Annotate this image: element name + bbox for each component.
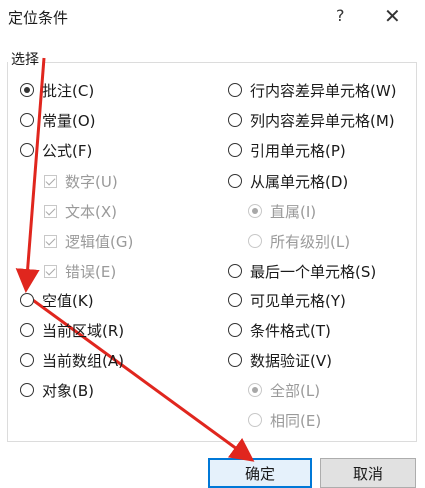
option-label: 常量(O) xyxy=(42,111,96,130)
option-right-0[interactable]: 行内容差异单元格(W) xyxy=(228,80,397,100)
option-label: 逻辑值(G) xyxy=(65,232,134,251)
option-left-1[interactable]: 常量(O) xyxy=(20,110,96,130)
option-right-3[interactable]: 从属单元格(D) xyxy=(228,171,348,191)
option-right-11: 相同(E) xyxy=(248,410,321,430)
option-left-0[interactable]: 批注(C) xyxy=(20,80,94,100)
radio-button[interactable] xyxy=(228,264,242,278)
radio-button[interactable] xyxy=(20,83,34,97)
radio-button[interactable] xyxy=(20,143,34,157)
option-label: 引用单元格(P) xyxy=(250,141,346,160)
option-label: 空值(K) xyxy=(42,291,94,310)
option-label: 批注(C) xyxy=(42,81,95,100)
radio-button[interactable] xyxy=(20,113,34,127)
option-label: 最后一个单元格(S) xyxy=(250,262,377,281)
option-right-9[interactable]: 数据验证(V) xyxy=(228,350,332,370)
option-left-6: 错误(E) xyxy=(44,261,116,281)
radio-button[interactable] xyxy=(20,383,34,397)
option-label: 条件格式(T) xyxy=(250,321,331,340)
option-label: 文本(X) xyxy=(65,202,117,221)
option-left-5: 逻辑值(G) xyxy=(44,231,133,251)
radio-button[interactable] xyxy=(228,143,242,157)
radio-button[interactable] xyxy=(20,323,34,337)
option-left-10[interactable]: 对象(B) xyxy=(20,380,94,400)
option-label: 数据验证(V) xyxy=(250,351,332,370)
option-left-9[interactable]: 当前数组(A) xyxy=(20,350,124,370)
radio-button xyxy=(248,413,262,427)
radio-button[interactable] xyxy=(228,323,242,337)
radio-button[interactable] xyxy=(228,113,242,127)
radio-button[interactable] xyxy=(228,174,242,188)
option-left-8[interactable]: 当前区域(R) xyxy=(20,320,124,340)
option-label: 所有级别(L) xyxy=(270,232,351,251)
option-label: 可见单元格(Y) xyxy=(250,291,346,310)
option-label: 当前数组(A) xyxy=(42,351,124,370)
option-label: 行内容差异单元格(W) xyxy=(250,81,397,100)
dialog-title: 定位条件 xyxy=(8,9,69,27)
option-left-2[interactable]: 公式(F) xyxy=(20,140,92,160)
option-right-8[interactable]: 条件格式(T) xyxy=(228,320,331,340)
radio-button[interactable] xyxy=(228,293,242,307)
option-right-2[interactable]: 引用单元格(P) xyxy=(228,140,346,160)
close-icon[interactable]: ✕ xyxy=(384,4,401,28)
option-label: 相同(E) xyxy=(270,411,322,430)
help-icon[interactable]: ? xyxy=(336,6,345,25)
group-label: 选择 xyxy=(8,49,42,69)
radio-button[interactable] xyxy=(20,293,34,307)
option-right-1[interactable]: 列内容差异单元格(M) xyxy=(228,110,395,130)
radio-button[interactable] xyxy=(228,353,242,367)
option-label: 错误(E) xyxy=(65,262,117,281)
option-left-4: 文本(X) xyxy=(44,201,117,221)
option-right-7[interactable]: 可见单元格(Y) xyxy=(228,290,346,310)
radio-button[interactable] xyxy=(228,83,242,97)
radio-button[interactable] xyxy=(20,353,34,367)
option-label: 当前区域(R) xyxy=(42,321,125,340)
option-right-5: 所有级别(L) xyxy=(248,231,350,251)
option-label: 列内容差异单元格(M) xyxy=(250,111,395,130)
option-left-7[interactable]: 空值(K) xyxy=(20,290,94,310)
checkbox xyxy=(44,174,57,188)
radio-button xyxy=(248,204,262,218)
option-label: 直属(I) xyxy=(270,202,317,221)
option-label: 数字(U) xyxy=(65,172,118,191)
option-label: 从属单元格(D) xyxy=(250,172,349,191)
title-bar: 定位条件 ? ✕ xyxy=(0,0,425,36)
option-left-3: 数字(U) xyxy=(44,171,118,191)
option-label: 全部(L) xyxy=(270,381,321,400)
radio-button xyxy=(248,383,262,397)
option-label: 对象(B) xyxy=(42,381,94,400)
option-right-6[interactable]: 最后一个单元格(S) xyxy=(228,261,376,281)
option-right-10: 全部(L) xyxy=(248,380,320,400)
checkbox xyxy=(44,204,57,218)
option-label: 公式(F) xyxy=(42,141,93,160)
radio-button xyxy=(248,234,262,248)
option-right-4: 直属(I) xyxy=(248,201,316,221)
checkbox xyxy=(44,264,57,278)
checkbox xyxy=(44,234,57,248)
